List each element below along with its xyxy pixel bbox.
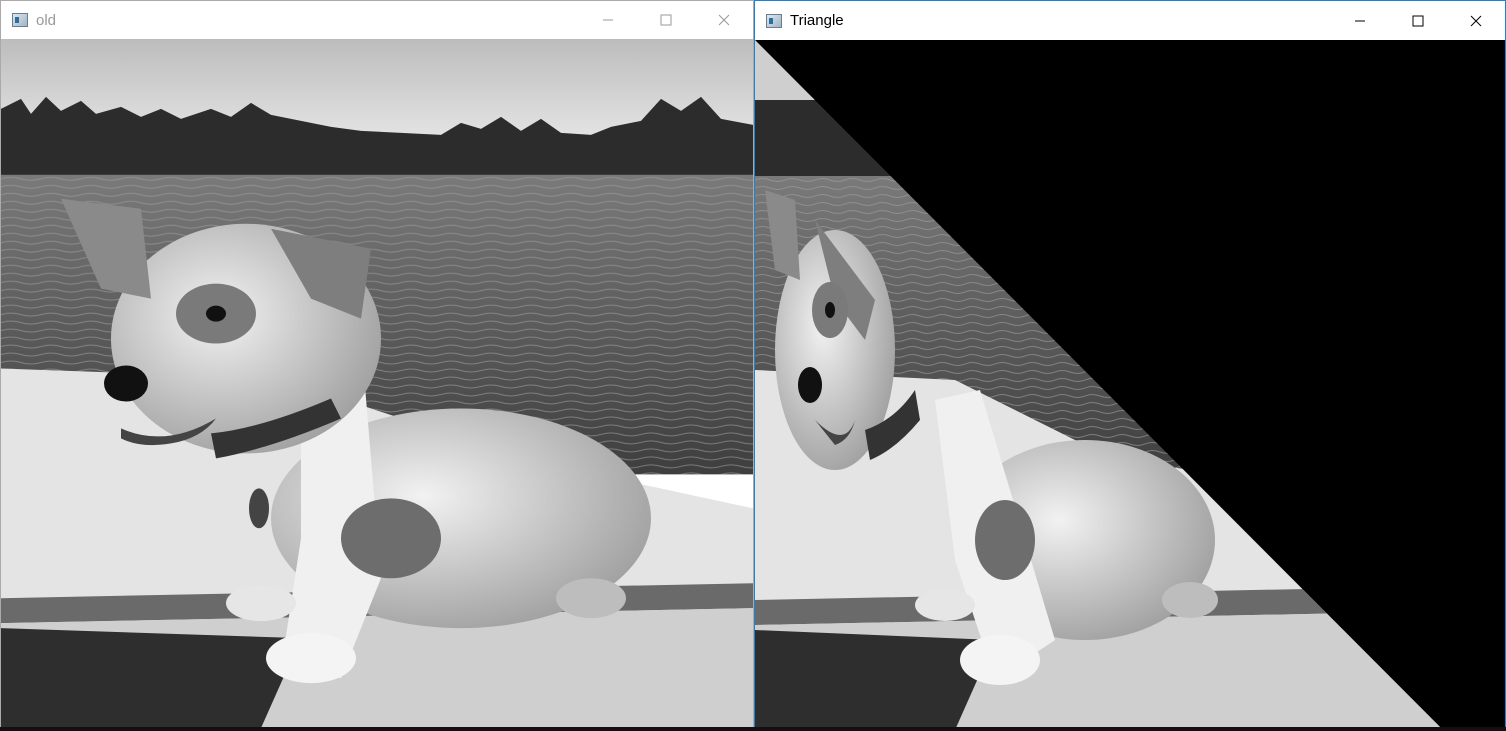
puppy-photo xyxy=(1,39,753,730)
title-bar[interactable]: Triangle xyxy=(755,1,1505,40)
maximize-icon xyxy=(1412,15,1424,26)
warped-puppy-photo xyxy=(755,40,1505,730)
maximize-icon xyxy=(660,14,672,26)
close-button[interactable] xyxy=(695,1,753,39)
minimize-icon xyxy=(603,19,613,21)
title-bar[interactable]: old xyxy=(1,1,753,39)
window-triangle[interactable]: Triangle xyxy=(754,0,1506,731)
window-controls xyxy=(1331,1,1505,40)
image-canvas-old xyxy=(1,39,753,730)
window-controls xyxy=(579,1,753,39)
minimize-icon xyxy=(1355,20,1365,21)
close-icon xyxy=(718,14,730,26)
minimize-button[interactable] xyxy=(579,1,637,39)
close-icon xyxy=(1470,15,1482,26)
maximize-button[interactable] xyxy=(637,1,695,39)
taskbar-edge xyxy=(0,727,1506,731)
window-title: Triangle xyxy=(790,12,844,29)
window-old[interactable]: old xyxy=(0,0,754,731)
maximize-button[interactable] xyxy=(1389,1,1447,40)
app-icon xyxy=(12,13,28,27)
close-button[interactable] xyxy=(1447,1,1505,40)
image-canvas-triangle xyxy=(755,40,1505,730)
minimize-button[interactable] xyxy=(1331,1,1389,40)
app-icon xyxy=(766,13,782,28)
window-title: old xyxy=(36,11,57,29)
